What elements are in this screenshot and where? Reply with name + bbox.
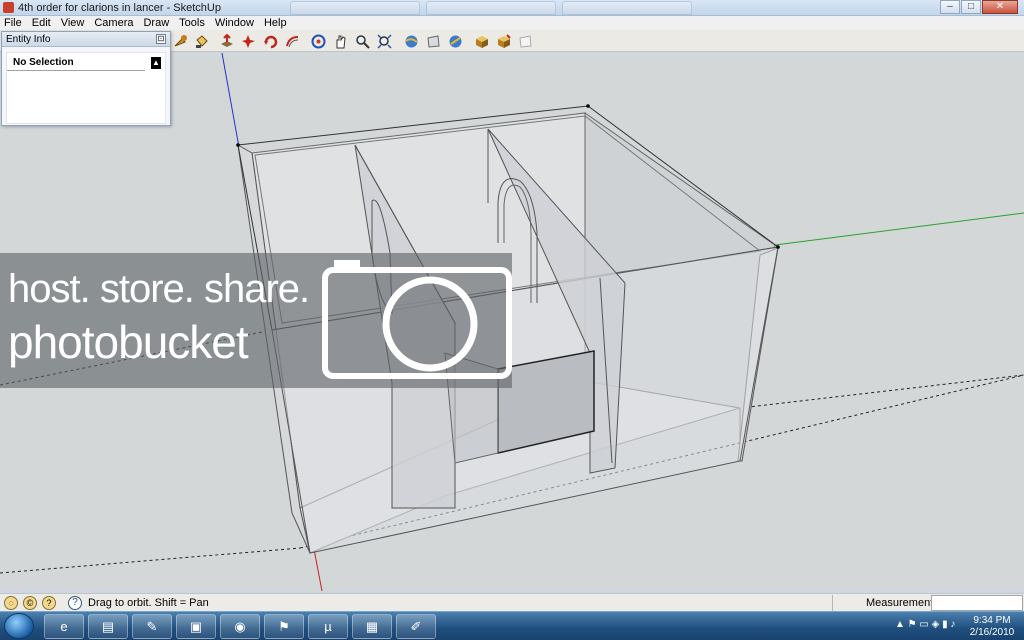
- minimize-button[interactable]: –: [940, 0, 960, 14]
- offset-icon[interactable]: [284, 33, 301, 50]
- background-window-tab[interactable]: [562, 1, 692, 15]
- clock-date: 2/16/2010: [969, 627, 1015, 638]
- menu-draw[interactable]: Draw: [143, 16, 169, 30]
- menu-file[interactable]: File: [4, 16, 22, 30]
- file-explorer-icon[interactable]: ▤: [88, 614, 128, 639]
- close-button[interactable]: ✕: [982, 0, 1018, 14]
- background-window-tab[interactable]: [290, 1, 420, 15]
- menu-edit[interactable]: Edit: [32, 16, 51, 30]
- watermark-tagline: host. store. share.: [8, 267, 310, 311]
- calculator-icon[interactable]: ▦: [352, 614, 392, 639]
- clock[interactable]: 9:34 PM 2/16/2010: [968, 615, 1016, 639]
- window-controls: – □ ✕: [939, 0, 1018, 14]
- camera-logo-icon: [322, 260, 512, 379]
- instructor-icon[interactable]: ?: [42, 596, 56, 610]
- entity-info-body: No Selection ▲: [6, 52, 166, 124]
- background-windows: [290, 1, 692, 15]
- rotate-icon[interactable]: [240, 33, 257, 50]
- entity-info-title: Entity Info: [6, 34, 51, 45]
- background-window-tab[interactable]: [426, 1, 556, 15]
- selection-status: No Selection: [7, 53, 145, 71]
- walk-icon[interactable]: [425, 33, 442, 50]
- measurements-label: Measurements: [866, 597, 939, 609]
- status-bar: ◌ © ? ? Drag to orbit. Shift = Pan Measu…: [0, 593, 1024, 611]
- zoom-icon[interactable]: [354, 33, 371, 50]
- chrome-icon[interactable]: ◉: [220, 614, 260, 639]
- help-icon[interactable]: ?: [68, 596, 82, 610]
- pan-icon[interactable]: [332, 33, 349, 50]
- follow-me-icon[interactable]: [262, 33, 279, 50]
- paint-bucket-icon[interactable]: [193, 33, 210, 50]
- sketchup-icon[interactable]: ✎: [132, 614, 172, 639]
- notes-icon[interactable]: ✐: [396, 614, 436, 639]
- panel-close-icon[interactable]: ⊡: [156, 34, 166, 44]
- monitor-app-icon[interactable]: ▣: [176, 614, 216, 639]
- orbit-icon[interactable]: [310, 33, 327, 50]
- window-title: 4th order for clarions in lancer - Sketc…: [18, 2, 221, 14]
- menu-camera[interactable]: Camera: [94, 16, 133, 30]
- taskbar: e ▤ ✎ ▣ ◉ ⚑ µ ▦ ✐ ▲ ⚑ ▭ ◈ ▮ ♪ 9:34 PM 2/…: [0, 611, 1024, 640]
- maximize-button[interactable]: □: [961, 0, 981, 14]
- entity-info-panel[interactable]: Entity Info ⊡ No Selection ▲: [1, 31, 171, 126]
- clock-time: 9:34 PM: [973, 615, 1011, 626]
- credits-icon[interactable]: ©: [23, 596, 37, 610]
- green-axis: [774, 212, 1024, 246]
- zoom-extents-icon[interactable]: [376, 33, 393, 50]
- get-models-icon[interactable]: [473, 33, 490, 50]
- menu-tools[interactable]: Tools: [179, 16, 205, 30]
- photobucket-watermark: host. store. share. photobucket: [0, 253, 512, 388]
- dotted-guide-lower-left: [0, 547, 301, 574]
- status-divider: [832, 595, 833, 611]
- share-model-icon[interactable]: [495, 33, 512, 50]
- panel-toggle-icon[interactable]: ▲: [151, 57, 161, 69]
- menu-view[interactable]: View: [61, 16, 85, 30]
- title-bar: 4th order for clarions in lancer - Sketc…: [0, 0, 1024, 16]
- section-plane-icon[interactable]: [403, 33, 420, 50]
- look-around-icon[interactable]: [447, 33, 464, 50]
- push-pull-icon[interactable]: [218, 33, 235, 50]
- utorrent-icon[interactable]: µ: [308, 614, 348, 639]
- move-tool-icon[interactable]: [172, 33, 189, 50]
- dotted-guide-right: [739, 374, 1024, 409]
- runner-app-icon[interactable]: ⚑: [264, 614, 304, 639]
- status-message: Drag to orbit. Shift = Pan: [88, 597, 209, 609]
- internet-explorer-icon[interactable]: e: [44, 614, 84, 639]
- menu-help[interactable]: Help: [264, 16, 287, 30]
- watermark-logo-text: photobucket: [8, 316, 249, 368]
- sketchup-app-icon: [3, 2, 14, 13]
- menu-bar: File Edit View Camera Draw Tools Window …: [0, 16, 1024, 30]
- start-button[interactable]: [4, 613, 34, 639]
- send-to-layout-icon[interactable]: [517, 33, 534, 50]
- system-tray-icons[interactable]: ▲ ⚑ ▭ ◈ ▮ ♪: [895, 619, 955, 630]
- measurements-field[interactable]: [931, 595, 1023, 611]
- menu-window[interactable]: Window: [215, 16, 254, 30]
- geo-location-icon[interactable]: ◌: [4, 596, 18, 610]
- entity-info-header: Entity Info ⊡: [2, 32, 170, 47]
